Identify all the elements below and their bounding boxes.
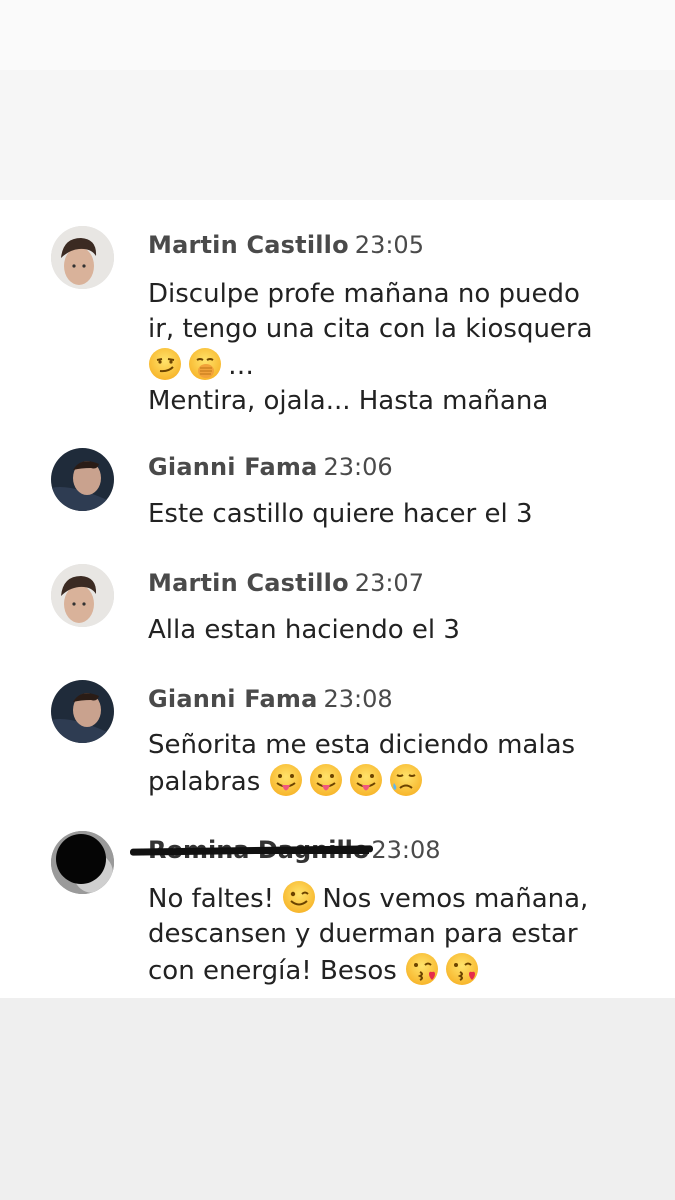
text-fragment: No faltes! <box>148 884 275 914</box>
tongue-out-emoji <box>269 764 302 796</box>
smirk-emoji <box>149 348 181 380</box>
comment-header: Gianni Fama 23:08 <box>148 685 393 713</box>
boy-avatar[interactable] <box>51 564 114 627</box>
emoji-line: … <box>148 347 628 384</box>
boy-dark-avatar[interactable] <box>51 448 114 511</box>
tongue-out-emoji <box>349 764 382 796</box>
bottom-background <box>0 998 675 1200</box>
redaction-scribble <box>148 851 370 854</box>
author-name[interactable]: Martin Castillo <box>148 569 349 597</box>
redacted-author-name[interactable]: Romina Dagnillo <box>129 836 374 864</box>
author-name[interactable]: Gianni Fama <box>148 453 317 481</box>
text-line: Disculpe profe mañana no puedo <box>148 279 580 309</box>
author-name[interactable]: Martin Castillo <box>148 231 349 259</box>
comment-header: Gianni Fama 23:06 <box>148 453 393 481</box>
wink-emoji <box>283 881 316 913</box>
timestamp: 23:06 <box>323 453 393 481</box>
text-fragment: Nos vemos mañana, <box>322 884 589 914</box>
comment-header: Martin Castillo 23:07 <box>148 569 424 597</box>
comment-header: Romina Dagnillo23:08 <box>129 836 441 864</box>
text-line: Señorita me esta diciendo malas <box>148 730 576 760</box>
text-line: No faltes! Nos vemos mañana, <box>148 880 648 917</box>
boy-dark-avatar[interactable] <box>51 680 114 743</box>
boy-avatar[interactable] <box>51 226 114 289</box>
ellipsis: … <box>228 351 254 381</box>
text-line: palabras <box>148 763 628 800</box>
kiss-emoji <box>406 953 439 985</box>
text-line: ir, tengo una cita con la kiosquera <box>148 314 593 344</box>
text-fragment: con energía! Besos <box>148 956 397 986</box>
timestamp: 23:08 <box>323 685 393 713</box>
text-line: Alla estan haciendo el 3 <box>148 615 460 645</box>
comment-text: Este castillo quiere hacer el 3 <box>148 497 628 532</box>
top-background <box>0 0 675 200</box>
timestamp: 23:07 <box>354 569 424 597</box>
text-fragment: palabras <box>148 767 261 797</box>
kiss-emoji <box>446 953 479 985</box>
text-line: Mentira, ojala... Hasta mañana <box>148 386 549 416</box>
comment-text: Señorita me esta diciendo malas palabras <box>148 728 628 800</box>
comment-text: Alla estan haciendo el 3 <box>148 613 628 648</box>
comment-text: No faltes! Nos vemos mañana, descansen y… <box>148 880 648 989</box>
redacted-avatar[interactable] <box>51 831 114 894</box>
author-name[interactable]: Gianni Fama <box>148 685 317 713</box>
sad-sweat-emoji <box>389 764 422 796</box>
text-line: con energía! Besos <box>148 952 648 989</box>
comment-text: Disculpe profe mañana no puedo ir, tengo… <box>148 277 628 419</box>
top-fade <box>0 0 675 70</box>
comment-header: Martin Castillo 23:05 <box>148 231 424 259</box>
text-line: descansen y duerman para estar <box>148 919 578 949</box>
text-line: Este castillo quiere hacer el 3 <box>148 499 533 529</box>
timestamp: 23:05 <box>354 231 424 259</box>
timestamp: 23:08 <box>371 836 441 864</box>
tongue-out-emoji <box>309 764 342 796</box>
hand-over-mouth-emoji <box>189 348 221 380</box>
